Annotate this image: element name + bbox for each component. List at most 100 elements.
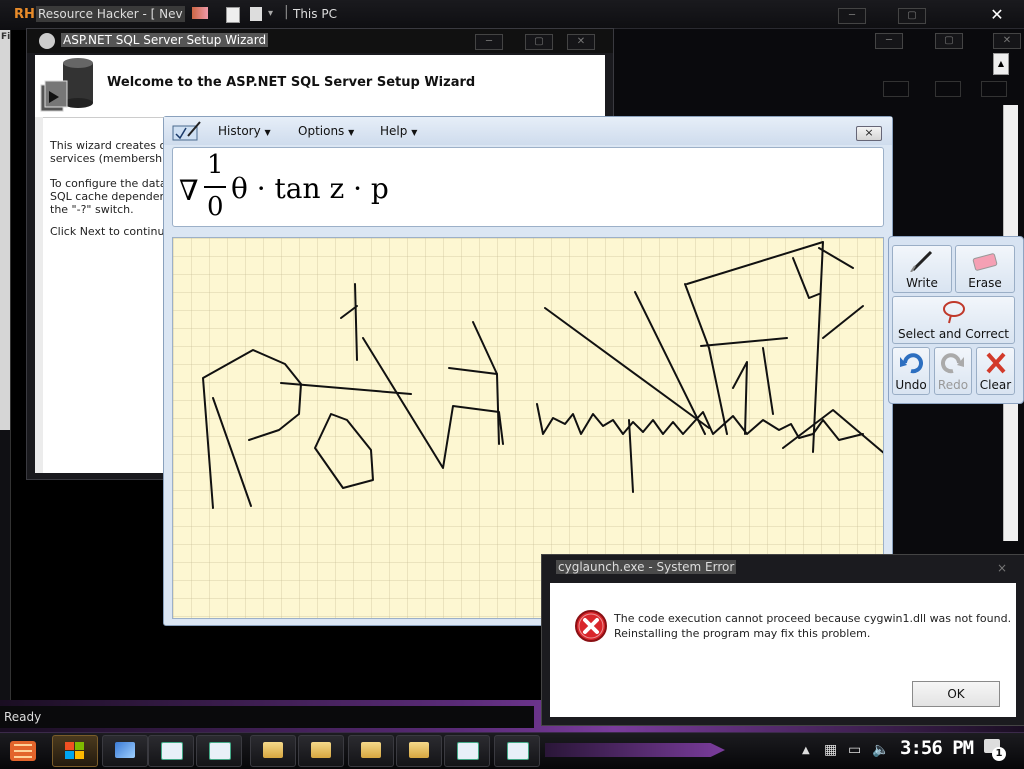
wizard-intro-line: This wizard creates or xyxy=(50,139,171,152)
chevron-down-icon: ▼ xyxy=(348,128,355,137)
error-message-line: The code execution cannot proceed becaus… xyxy=(614,612,1012,625)
wizard-configure-line: SQL cache dependenc xyxy=(50,190,173,203)
wizard-header: Welcome to the ASP.NET SQL Server Setup … xyxy=(35,55,605,118)
error-icon xyxy=(575,610,607,642)
start-button[interactable] xyxy=(8,737,40,765)
installer-icon xyxy=(263,742,283,758)
taskbar-app-button[interactable] xyxy=(396,735,442,767)
taskbar-app-button[interactable] xyxy=(148,735,194,767)
error-message: The code execution cannot proceed becaus… xyxy=(614,611,1011,641)
wizard-configure-text: To configure the databa SQL cache depend… xyxy=(50,177,180,216)
erase-button[interactable]: Erase xyxy=(955,245,1015,293)
inner-close-button[interactable] xyxy=(981,81,1007,97)
document-icon[interactable] xyxy=(250,7,262,21)
installer-icon xyxy=(361,742,381,758)
erase-label: Erase xyxy=(968,276,1002,290)
wizard-minimize-button[interactable]: ─ xyxy=(475,34,503,50)
options-menu[interactable]: Options ▼ xyxy=(298,124,354,138)
taskbar-windows-button[interactable] xyxy=(52,735,98,767)
tray-expand-icon[interactable]: ▲ xyxy=(802,745,810,756)
error-dialog-close-button[interactable]: × xyxy=(990,561,1014,575)
asp-wizard-titlebar[interactable]: ASP.NET SQL Server Setup Wizard ─ ▢ ✕ xyxy=(27,29,613,53)
window-icon xyxy=(507,742,529,760)
maximize-button[interactable]: ▢ xyxy=(898,8,926,24)
close-button[interactable]: ✕ xyxy=(975,4,1019,26)
installer-icon xyxy=(409,742,429,758)
wizard-maximize-button[interactable]: ▢ xyxy=(525,34,553,50)
math-input-panel: History ▼ Options ▼ Help ▼ × ∇ 1 0 θ · t… xyxy=(163,116,893,626)
status-bar: Ready xyxy=(0,706,534,728)
write-button[interactable]: Write xyxy=(892,245,952,293)
inner-maximize-button[interactable] xyxy=(935,81,961,97)
clock[interactable]: 3:56 PM xyxy=(900,737,974,759)
undo-label: Undo xyxy=(895,378,927,392)
fraction-bar xyxy=(204,186,226,188)
volume-icon[interactable]: 🔈 xyxy=(872,742,889,758)
taskbar-app-button[interactable] xyxy=(298,735,344,767)
math-input-toolbar: History ▼ Options ▼ Help ▼ × xyxy=(164,117,892,145)
tray-app-icon[interactable]: ▦ xyxy=(824,742,837,758)
write-label: Write xyxy=(906,276,938,290)
checklist-icon[interactable] xyxy=(226,7,240,23)
titlebar-divider: | xyxy=(284,4,289,20)
pane-minimize-button[interactable]: ─ xyxy=(875,33,903,49)
inner-minimize-button[interactable] xyxy=(883,81,909,97)
redo-button[interactable]: Redo xyxy=(934,347,972,395)
select-and-correct-button[interactable]: Select and Correct xyxy=(892,296,1015,344)
taskbar-app-button[interactable] xyxy=(250,735,296,767)
wizard-next-hint: Click Next to continue. xyxy=(50,225,175,238)
taskbar-app-button[interactable] xyxy=(444,735,490,767)
database-icon xyxy=(40,58,93,112)
undo-button[interactable]: Undo xyxy=(892,347,930,395)
pen-icon xyxy=(910,250,933,272)
minimize-button[interactable]: ─ xyxy=(838,8,866,24)
resource-hacker-titlebar[interactable]: RH Resource Hacker - [ Nev ▾ | This PC ─… xyxy=(0,0,1024,30)
math-expression-rest: θ · tan z · p xyxy=(231,172,389,205)
scroll-up-button[interactable]: ▲ xyxy=(993,53,1009,75)
undo-arrow-icon xyxy=(900,353,923,374)
chevron-down-icon: ▼ xyxy=(411,128,418,137)
wizard-side-strip xyxy=(35,117,43,473)
taskbar-app-button[interactable] xyxy=(102,735,148,767)
help-menu-label: Help xyxy=(380,124,408,138)
pane-close-button[interactable]: ✕ xyxy=(993,33,1021,49)
error-message-line: Reinstalling the program may fix this pr… xyxy=(614,627,871,640)
taskbar-app-button[interactable] xyxy=(494,735,540,767)
pane-maximize-button[interactable]: ▢ xyxy=(935,33,963,49)
redo-arrow-icon xyxy=(941,353,964,374)
error-dialog-body: The code execution cannot proceed becaus… xyxy=(550,583,1016,717)
taskbar-app-button[interactable] xyxy=(348,735,394,767)
window-icon xyxy=(161,742,183,760)
folder-icon[interactable] xyxy=(192,7,208,19)
history-menu-label: History xyxy=(218,124,261,138)
clear-button[interactable]: Clear xyxy=(976,347,1015,395)
window-icon xyxy=(209,742,231,760)
fraction-numerator: 1 xyxy=(207,150,224,180)
app-icon xyxy=(115,742,135,758)
wizard-close-button[interactable]: ✕ xyxy=(567,34,595,50)
left-panel-edge: Fi xyxy=(0,30,10,430)
wizard-configure-line: To configure the databa xyxy=(50,177,181,190)
chevron-down-icon: ▼ xyxy=(264,128,271,137)
file-menu[interactable]: Fi xyxy=(1,32,10,42)
help-menu[interactable]: Help ▼ xyxy=(380,124,417,138)
taskbar-app-button[interactable] xyxy=(196,735,242,767)
wizard-heading: Welcome to the ASP.NET SQL Server Setup … xyxy=(107,75,476,90)
quick-access-dropdown-icon[interactable]: ▾ xyxy=(268,8,273,19)
clear-label: Clear xyxy=(979,378,1012,392)
math-input-close-button[interactable]: × xyxy=(856,126,882,141)
select-and-correct-label: Select and Correct xyxy=(897,327,1010,341)
math-input-app-icon xyxy=(172,121,201,141)
eraser-icon xyxy=(972,253,998,271)
network-icon[interactable]: ▭ xyxy=(848,742,861,758)
options-menu-label: Options xyxy=(298,124,345,138)
lasso-icon xyxy=(943,301,965,324)
ok-button[interactable]: OK xyxy=(912,681,1000,707)
history-menu[interactable]: History ▼ xyxy=(218,124,271,138)
wizard-intro-line: services (membership xyxy=(50,152,173,165)
asp-wizard-title: ASP.NET SQL Server Setup Wizard xyxy=(61,33,269,47)
windows-logo-icon xyxy=(65,742,84,759)
notification-badge: 1 xyxy=(992,747,1006,761)
fraction-denominator: 0 xyxy=(207,192,224,222)
error-dialog-title: cyglaunch.exe - System Error xyxy=(556,560,737,574)
